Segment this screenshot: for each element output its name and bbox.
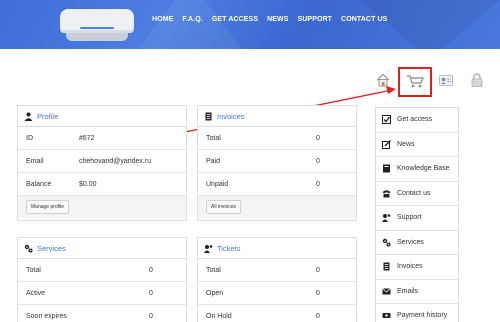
tickets-row-value: 0 bbox=[316, 312, 320, 320]
email-icon bbox=[382, 287, 391, 295]
nav-contact-us[interactable]: CONTACT US bbox=[341, 16, 387, 23]
profile-row-label: ID bbox=[26, 134, 33, 142]
services-row-value: 0 bbox=[149, 289, 153, 297]
sidebar-menu: Get access News Knowledge Base Contact u… bbox=[375, 107, 459, 322]
profile-row-value: #672 bbox=[79, 134, 95, 142]
support-icon bbox=[204, 244, 213, 253]
services-panel: Services Total 0 Active 0 Soon expires 0 bbox=[17, 237, 187, 322]
profile-row-email: Email chehovand@yandex.ru bbox=[18, 150, 186, 173]
home-icon[interactable] bbox=[376, 73, 390, 87]
tickets-panel: Tickets Total 0 Open 0 On Hold 0 bbox=[197, 237, 357, 322]
support-icon bbox=[382, 214, 391, 223]
services-row-value: 0 bbox=[149, 266, 153, 274]
profile-row-value: $0.00 bbox=[79, 180, 97, 188]
services-panel-header: Services bbox=[18, 238, 186, 259]
tickets-row-value: 0 bbox=[316, 266, 320, 274]
checkbox-icon bbox=[382, 115, 391, 125]
sidebar-item-emails[interactable]: Emails bbox=[376, 280, 458, 304]
sidebar-item-label: Support bbox=[397, 214, 422, 222]
contact-card-icon[interactable] bbox=[439, 75, 453, 86]
invoices-row-label: Paid bbox=[206, 157, 221, 165]
profile-row-value: chehovand@yandex.ru bbox=[79, 157, 152, 165]
sidebar-item-services[interactable]: Services bbox=[376, 231, 458, 255]
tickets-row-label: Open bbox=[206, 289, 224, 297]
main-nav: HOME F.A.Q. GET ACCESS NEWS SUPPORT CONT… bbox=[152, 16, 387, 23]
invoices-panel-header: Invoices bbox=[198, 106, 356, 127]
sidebar-item-label: Invoices bbox=[397, 263, 423, 271]
site-header: HOME F.A.Q. GET ACCESS NEWS SUPPORT CONT… bbox=[0, 0, 500, 49]
account-toolbar bbox=[376, 67, 496, 97]
profile-panel-footer: Manage profile bbox=[18, 196, 186, 218]
services-row-label: Soon expires bbox=[26, 312, 67, 320]
services-row-label: Total bbox=[26, 266, 41, 274]
gears-icon bbox=[382, 238, 391, 247]
invoices-title[interactable]: Invoices bbox=[217, 112, 245, 121]
services-row-total: Total 0 bbox=[18, 259, 186, 282]
phone-icon bbox=[382, 190, 391, 198]
profile-row-label: Balance bbox=[26, 180, 52, 188]
invoices-row-total: Total 0 bbox=[198, 127, 356, 150]
invoices-row-label: Total bbox=[206, 134, 221, 142]
services-row-active: Active 0 bbox=[18, 282, 186, 305]
logo-device-icon[interactable] bbox=[60, 9, 134, 43]
profile-panel: Profile ID #672 Email chehovand@yandex.r… bbox=[17, 105, 187, 221]
invoices-row-value: 0 bbox=[316, 134, 320, 142]
invoices-panel: Invoices Total 0 Paid 0 Unpaid 0 All inv… bbox=[197, 105, 357, 221]
sidebar-item-label: News bbox=[397, 140, 415, 148]
payment-icon bbox=[382, 313, 391, 319]
nav-faq[interactable]: F.A.Q. bbox=[182, 16, 202, 23]
tickets-row-value: 0 bbox=[316, 289, 320, 297]
services-title[interactable]: Services bbox=[37, 244, 66, 253]
gears-icon bbox=[24, 244, 33, 252]
sidebar-item-knowledge-base[interactable]: Knowledge Base bbox=[376, 157, 458, 182]
invoice-icon bbox=[383, 262, 390, 271]
services-row-label: Active bbox=[26, 289, 46, 297]
sidebar-item-label: Services bbox=[397, 238, 424, 246]
sidebar-item-label: Get access bbox=[397, 116, 433, 124]
sidebar-item-payment-history[interactable]: Payment history bbox=[376, 304, 458, 322]
cart-icon[interactable] bbox=[406, 74, 424, 88]
invoices-row-label: Unpaid bbox=[206, 180, 229, 188]
tickets-title[interactable]: Tickets bbox=[217, 244, 240, 253]
services-row-soon-expires: Soon expires 0 bbox=[18, 305, 186, 322]
sidebar-item-label: Contact us bbox=[397, 189, 431, 197]
invoice-icon bbox=[205, 112, 212, 120]
all-invoices-button[interactable]: All invoices bbox=[206, 200, 242, 214]
user-icon bbox=[24, 112, 33, 121]
profile-row-id: ID #672 bbox=[18, 127, 186, 150]
nav-news[interactable]: NEWS bbox=[267, 16, 288, 23]
nav-home[interactable]: HOME bbox=[152, 16, 173, 23]
profile-row-label: Email bbox=[26, 157, 44, 165]
services-row-value: 0 bbox=[149, 312, 153, 320]
sidebar-item-get-access[interactable]: Get access bbox=[376, 108, 458, 133]
invoices-row-value: 0 bbox=[316, 157, 320, 165]
invoices-row-unpaid: Unpaid 0 bbox=[198, 173, 356, 196]
tickets-row-label: Total bbox=[206, 266, 221, 274]
sidebar-item-label: Payment history bbox=[397, 312, 448, 320]
lock-icon[interactable] bbox=[471, 73, 483, 87]
nav-get-access[interactable]: GET ACCESS bbox=[212, 16, 258, 23]
invoices-row-paid: Paid 0 bbox=[198, 150, 356, 173]
profile-panel-header: Profile bbox=[18, 106, 186, 127]
profile-row-balance: Balance $0.00 bbox=[18, 173, 186, 196]
sidebar-item-label: Knowledge Base bbox=[397, 165, 450, 173]
sidebar-item-support[interactable]: Support bbox=[376, 206, 458, 231]
tickets-row-total: Total 0 bbox=[198, 259, 356, 282]
invoices-row-value: 0 bbox=[316, 180, 320, 188]
tickets-panel-header: Tickets bbox=[198, 238, 356, 259]
book-icon bbox=[383, 164, 390, 173]
sidebar-item-invoices[interactable]: Invoices bbox=[376, 255, 458, 280]
sidebar-item-news[interactable]: News bbox=[376, 133, 458, 157]
profile-title[interactable]: Profile bbox=[37, 112, 58, 121]
tickets-row-open: Open 0 bbox=[198, 282, 356, 305]
sidebar-item-label: Emails bbox=[397, 287, 419, 295]
nav-support[interactable]: SUPPORT bbox=[298, 16, 333, 23]
edit-icon bbox=[382, 139, 391, 149]
manage-profile-button[interactable]: Manage profile bbox=[26, 200, 70, 214]
tickets-row-on-hold: On Hold 0 bbox=[198, 305, 356, 322]
tickets-row-label: On Hold bbox=[206, 312, 232, 320]
sidebar-item-contact-us[interactable]: Contact us bbox=[376, 182, 458, 206]
invoices-panel-footer: All invoices bbox=[198, 196, 356, 218]
